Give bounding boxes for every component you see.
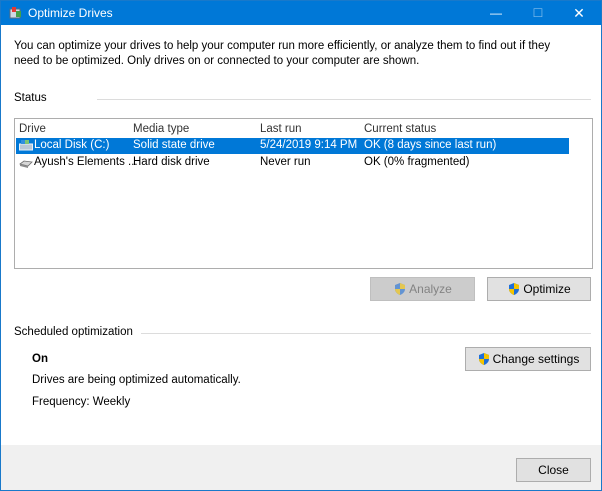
window-title: Optimize Drives <box>28 6 113 20</box>
schedule-state: On <box>32 353 48 365</box>
column-header-last-run[interactable]: Last run <box>260 123 302 135</box>
status-label: Status <box>14 92 47 104</box>
optimize-drives-icon <box>9 7 21 19</box>
schedule-frequency: Frequency: Weekly <box>32 396 131 408</box>
change-settings-label: Change settings <box>492 352 580 366</box>
status-divider <box>97 99 591 100</box>
optimize-label: Optimize <box>523 282 571 296</box>
uac-shield-icon <box>509 283 520 295</box>
close-button[interactable]: Close <box>516 458 591 482</box>
schedule-description: Drives are being optimized automatically… <box>32 374 241 386</box>
hdd-drive-icon <box>19 160 33 168</box>
drive-name: Local Disk (C:) <box>34 139 110 151</box>
drive-row-ayush-elements[interactable]: Ayush's Elements ... Hard disk drive Nev… <box>16 155 569 171</box>
change-settings-button[interactable]: Change settings <box>465 347 591 371</box>
scheduled-optimization-label: Scheduled optimization <box>14 326 133 338</box>
drive-row-local-disk-c[interactable]: Local Disk (C:) Solid state drive 5/24/2… <box>16 138 569 154</box>
optimize-button[interactable]: Optimize <box>487 277 591 301</box>
current-status: OK (8 days since last run) <box>364 139 497 151</box>
column-header-current-status[interactable]: Current status <box>364 123 436 135</box>
uac-shield-icon <box>478 353 489 365</box>
intro-text: You can optimize your drives to help you… <box>14 40 551 67</box>
maximize-button[interactable]: ☐ <box>515 1 561 25</box>
close-label: Close <box>538 463 569 477</box>
scheduled-divider <box>141 333 591 334</box>
ssd-drive-icon <box>19 140 33 151</box>
column-header-media-type[interactable]: Media type <box>133 123 189 135</box>
current-status: OK (0% fragmented) <box>364 156 470 168</box>
drive-name: Ayush's Elements ... <box>34 156 138 168</box>
title-bar[interactable]: Optimize Drives — ☐ ✕ <box>1 1 601 25</box>
last-run: 5/24/2019 9:14 PM <box>260 139 358 151</box>
close-window-button[interactable]: ✕ <box>556 1 602 25</box>
analyze-button[interactable]: Analyze <box>370 277 475 301</box>
footer-bar: Close <box>1 445 601 490</box>
media-type: Solid state drive <box>133 139 215 151</box>
column-header-drive[interactable]: Drive <box>19 123 46 135</box>
uac-shield-icon <box>395 283 406 295</box>
minimize-button[interactable]: — <box>473 1 519 25</box>
drive-list[interactable]: Drive Media type Last run Current status… <box>14 118 593 269</box>
media-type: Hard disk drive <box>133 156 210 168</box>
analyze-label: Analyze <box>409 282 452 296</box>
optimize-drives-window: Optimize Drives — ☐ ✕ You can optimize y… <box>0 0 602 491</box>
last-run: Never run <box>260 156 311 168</box>
